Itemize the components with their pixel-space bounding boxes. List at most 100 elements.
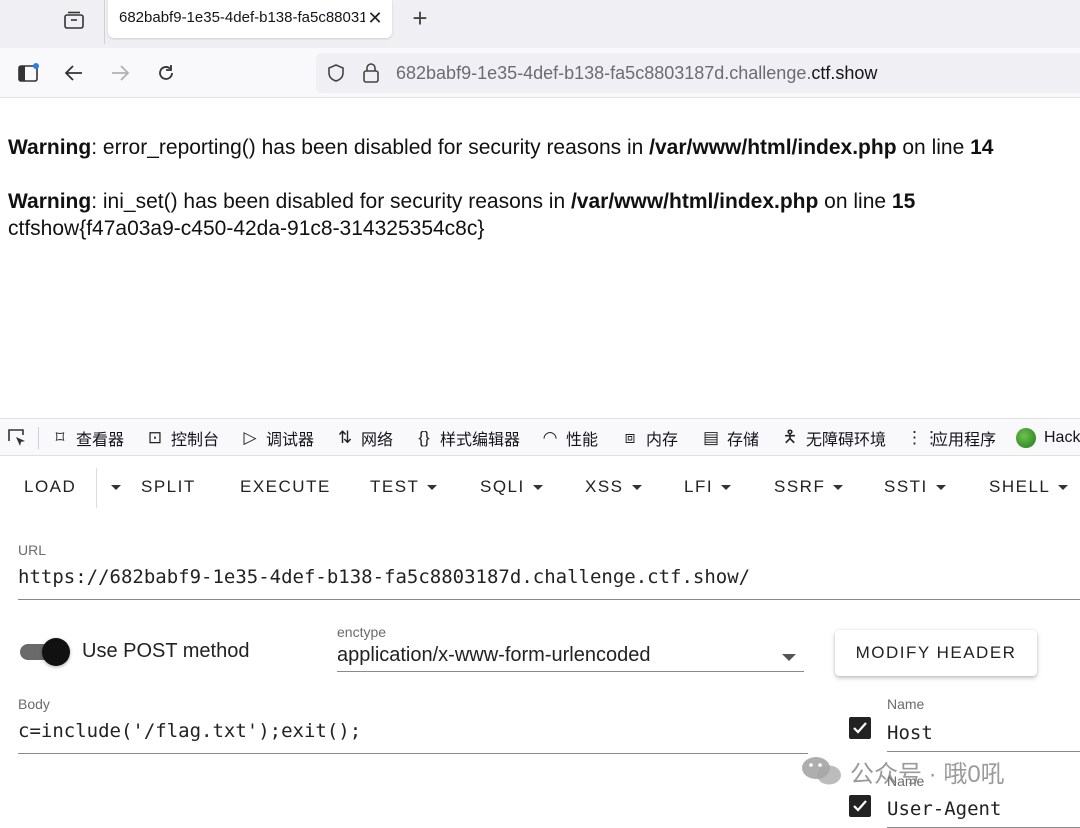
tab-hackbar[interactable]: Hack (1016, 419, 1080, 457)
post-method-toggle[interactable] (20, 638, 70, 666)
header-value: Host (887, 722, 933, 744)
console-icon: ⊡ (147, 428, 163, 447)
warning-message: : ini_set() has been disabled for securi… (91, 190, 571, 213)
header-user-agent-checkbox[interactable] (849, 795, 871, 817)
flag-output: ctfshow{f47a03a9-c450-42da-91c8-31432535… (8, 217, 485, 240)
chevron-down-icon (721, 484, 732, 490)
new-tab-icon[interactable]: + (405, 4, 435, 34)
style-editor-icon: {} (418, 428, 430, 447)
post-method-label: Use POST method (82, 640, 250, 662)
header-host-checkbox[interactable] (849, 717, 871, 739)
url-text: 682babf9-1e35-4def-b138-fa5c8803187d.cha… (396, 63, 877, 84)
url-prefix: 682babf9-1e35-4def-b138-fa5c8803187d.cha… (396, 63, 812, 83)
back-icon[interactable] (59, 58, 89, 88)
warning-path: /var/www/html/index.php (570, 190, 819, 213)
tab-label: Hack (1044, 429, 1080, 446)
tab-performance[interactable]: ◠ 性能 (540, 419, 598, 457)
button-label: XSS (585, 477, 624, 496)
warning-online: on line (818, 190, 892, 213)
devtools-tabbar: ⌑ 查看器 ⊡ 控制台 ▷ 调试器 ⇅ 网络 {} 样式编辑器 ◠ 性能 ⧈ 内存 ▤ 存储 🯅… (0, 418, 1080, 456)
shield-icon[interactable] (326, 63, 346, 88)
body-input-value: c=include('/flag.txt');exit(); (18, 720, 362, 742)
tab-label: 查看器 (76, 432, 125, 449)
address-bar[interactable]: 682babf9-1e35-4def-b138-fa5c8803187d.cha… (316, 53, 1080, 93)
load-dropdown-button[interactable] (103, 462, 121, 512)
load-button[interactable]: LOAD (24, 462, 76, 512)
dropdown-arrow-icon (782, 654, 796, 661)
tab-style-editor[interactable]: {} 样式编辑器 (414, 419, 520, 457)
header-user-agent-input[interactable]: User-Agent (887, 798, 1080, 828)
reload-icon[interactable] (151, 58, 181, 88)
element-picker-icon[interactable] (6, 427, 30, 449)
accessibility-icon: 🯅 (782, 426, 798, 446)
url-field-label: URL (18, 542, 47, 558)
lfi-menu-button[interactable]: LFI (684, 462, 732, 512)
tab-console[interactable]: ⊡ 控制台 (145, 419, 219, 457)
tab-storage[interactable]: ▤ 存储 (701, 419, 759, 457)
tab-label: 调试器 (266, 432, 315, 449)
split-button[interactable]: SPLIT (141, 462, 196, 512)
check-icon (853, 800, 867, 812)
browser-tab[interactable]: 682babf9-1e35-4def-b138-fa5c8803187d.cha… (108, 0, 392, 38)
warning-label: Warning (8, 136, 92, 159)
xss-menu-button[interactable]: XSS (585, 462, 642, 512)
storage-icon: ▤ (702, 428, 720, 447)
chevron-down-icon (833, 484, 844, 490)
body-field-label: Body (18, 696, 50, 712)
chevron-down-icon (1058, 484, 1069, 490)
tab-divider (104, 0, 105, 44)
sqli-menu-button[interactable]: SQLI (480, 462, 543, 512)
application-icon: ⋮⋮ (906, 428, 940, 447)
tab-network[interactable]: ⇅ 网络 (335, 419, 393, 457)
url-input[interactable]: https://682babf9-1e35-4def-b138-fa5c8803… (18, 566, 1080, 600)
close-icon[interactable]: ✕ (364, 7, 386, 29)
check-icon (853, 722, 867, 734)
inspector-icon: ⌑ (55, 428, 65, 447)
header-host-input[interactable]: Host (887, 722, 1080, 752)
navigation-bar: 682babf9-1e35-4def-b138-fa5c8803187d.cha… (0, 48, 1080, 98)
test-menu-button[interactable]: TEST (370, 462, 438, 512)
tab-accessibility[interactable]: 🯅 无障碍环境 (780, 419, 887, 457)
chevron-down-icon (427, 484, 438, 490)
sidebar-icon[interactable] (14, 58, 44, 88)
warning-line-number: 14 (970, 136, 994, 159)
watermark: 公众号 · 哦0吼 (800, 754, 1005, 788)
tab-title: 682babf9-1e35-4def-b138-fa5c8803187d.cha… (119, 9, 365, 26)
warning-label: Warning (8, 190, 92, 213)
enctype-select[interactable]: application/x-www-form-urlencoded (337, 644, 804, 672)
tab-strip: 682babf9-1e35-4def-b138-fa5c8803187d.cha… (0, 0, 1080, 48)
ssti-menu-button[interactable]: SSTI (884, 462, 946, 512)
url-domain: ctf.show (811, 63, 878, 83)
tab-debugger[interactable]: ▷ 调试器 (240, 419, 314, 457)
body-input[interactable]: c=include('/flag.txt');exit(); (18, 720, 808, 754)
toolbar-divider (96, 468, 97, 508)
enctype-label: enctype (337, 624, 387, 640)
wechat-icon (802, 757, 841, 785)
button-label: SSRF (774, 477, 826, 496)
tab-application[interactable]: ⋮⋮ 应用程序 (906, 419, 996, 457)
button-label: SQLI (480, 477, 525, 496)
ssrf-menu-button[interactable]: SSRF (774, 462, 844, 512)
forward-icon[interactable] (105, 58, 135, 88)
tab-label: 网络 (361, 432, 394, 449)
hackbar-icon (1016, 428, 1036, 448)
tab-label: 性能 (566, 432, 599, 449)
execute-button[interactable]: EXECUTE (240, 462, 331, 512)
warning-message: : error_reporting() has been disabled fo… (91, 136, 650, 159)
tab-label: 内存 (646, 432, 679, 449)
tab-label: 控制台 (171, 432, 220, 449)
button-label: TEST (370, 477, 420, 496)
debugger-icon: ▷ (243, 428, 257, 447)
modify-header-button[interactable]: MODIFY HEADER (835, 630, 1037, 676)
button-label: SSTI (884, 477, 928, 496)
memory-icon: ⧈ (624, 428, 636, 447)
tab-inspector[interactable]: ⌑ 查看器 (50, 419, 124, 457)
chevron-down-icon (532, 484, 543, 490)
lock-icon[interactable] (362, 62, 380, 89)
hackbar-toolbar: LOAD SPLIT EXECUTE TEST SQLI XSS LFI SSR… (0, 462, 1080, 512)
warning-line-number: 15 (891, 190, 916, 213)
shell-menu-button[interactable]: SHELL (989, 462, 1069, 512)
tab-memory[interactable]: ⧈ 内存 (620, 419, 678, 457)
warning-path: /var/www/html/index.php (649, 136, 897, 159)
tab-list-icon[interactable] (54, 4, 94, 36)
